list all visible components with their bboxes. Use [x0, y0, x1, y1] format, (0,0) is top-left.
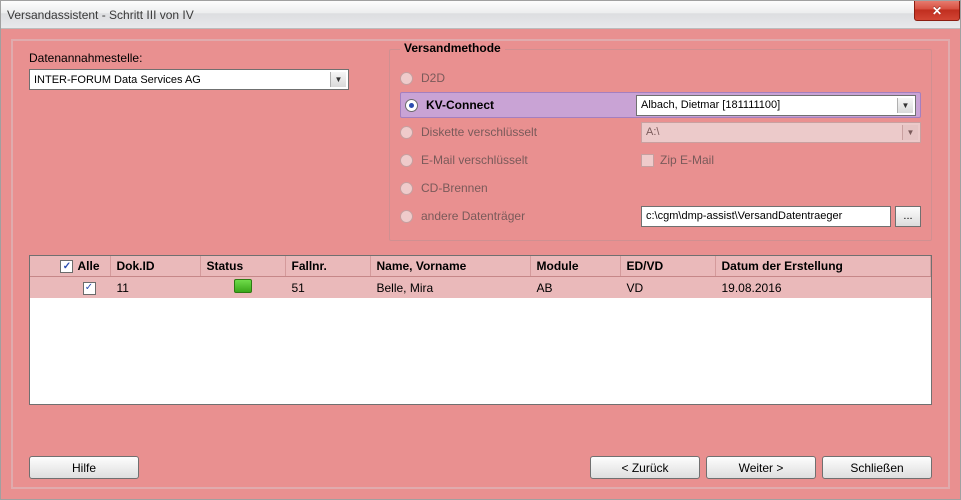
row-checkbox[interactable]: ✓: [83, 282, 96, 295]
andere-path-field[interactable]: c:\cgm\dmp-assist\VersandDatentraeger: [641, 206, 891, 227]
col-fallnr[interactable]: Fallnr.: [285, 256, 370, 277]
radio-andere-label: andere Datenträger: [421, 209, 525, 223]
weiter-button[interactable]: Weiter >: [706, 456, 816, 479]
kvconnect-recipient-combo[interactable]: Albach, Dietmar [181111100] ▼: [636, 95, 916, 116]
radio-diskette-label: Diskette verschlüsselt: [421, 125, 537, 139]
cell-checkbox[interactable]: ✓: [30, 277, 110, 299]
cell-dokid: 11: [110, 277, 200, 299]
col-edvd[interactable]: ED/VD: [620, 256, 715, 277]
radio-andere-row: andere Datenträger c:\cgm\dmp-assist\Ver…: [400, 202, 921, 230]
button-row: Hilfe < Zurück Weiter > Schließen: [29, 456, 932, 479]
cell-status: [200, 277, 285, 299]
zip-email-checkbox: [641, 154, 654, 167]
radio-kvconnect[interactable]: [405, 99, 418, 112]
content-frame: Datenannahmestelle: INTER-FORUM Data Ser…: [11, 39, 950, 489]
hilfe-button[interactable]: Hilfe: [29, 456, 139, 479]
cell-name: Belle, Mira: [370, 277, 530, 299]
kvconnect-recipient-value: Albach, Dietmar [181111100]: [641, 99, 780, 111]
radio-kvconnect-label: KV-Connect: [426, 98, 494, 112]
radio-cd: [400, 182, 413, 195]
col-name[interactable]: Name, Vorname: [370, 256, 530, 277]
col-datum[interactable]: Datum der Erstellung: [715, 256, 931, 277]
table-header-row: ✓Alle Dok.ID Status Fallnr. Name, Vornam…: [30, 256, 931, 277]
col-status[interactable]: Status: [200, 256, 285, 277]
radio-cd-row: CD-Brennen: [400, 174, 921, 202]
cell-edvd: VD: [620, 277, 715, 299]
col-module[interactable]: Module: [530, 256, 620, 277]
radio-email: [400, 154, 413, 167]
radio-d2d-label: D2D: [421, 71, 445, 85]
radio-d2d: [400, 72, 413, 85]
zip-email-label: Zip E-Mail: [660, 153, 714, 167]
window-close-button[interactable]: ✕: [914, 1, 960, 21]
content-bg: Datenannahmestelle: INTER-FORUM Data Ser…: [1, 29, 960, 499]
cell-module: AB: [530, 277, 620, 299]
col-alle[interactable]: ✓Alle: [30, 256, 110, 277]
header-checkbox[interactable]: ✓: [60, 260, 73, 273]
datenannahme-value: INTER-FORUM Data Services AG: [34, 74, 201, 86]
col-dokid[interactable]: Dok.ID: [110, 256, 200, 277]
table: ✓Alle Dok.ID Status Fallnr. Name, Vornam…: [30, 256, 931, 298]
table-row[interactable]: ✓ 11 51 Belle, Mira AB VD 19.08.2016: [30, 277, 931, 299]
versandmethode-group: Versandmethode D2D KV-Connect Albach, Di…: [389, 49, 932, 241]
andere-path-value: c:\cgm\dmp-assist\VersandDatentraeger: [646, 210, 842, 222]
radio-cd-label: CD-Brennen: [421, 181, 488, 195]
titlebar: Versandassistent - Schritt III von IV ✕: [1, 1, 960, 29]
radio-andere: [400, 210, 413, 223]
radio-d2d-row: D2D: [400, 64, 921, 92]
datenannahme-combo[interactable]: INTER-FORUM Data Services AG ▼: [29, 69, 349, 90]
zurueck-button[interactable]: < Zurück: [590, 456, 700, 479]
status-ok-icon: [234, 279, 252, 293]
radio-diskette-row: Diskette verschlüsselt A:\ ▼: [400, 118, 921, 146]
browse-label: ...: [903, 210, 912, 222]
window-frame: Versandassistent - Schritt III von IV ✕ …: [0, 0, 961, 500]
document-table: ✓Alle Dok.ID Status Fallnr. Name, Vornam…: [29, 255, 932, 405]
diskette-drive-combo: A:\ ▼: [641, 122, 921, 143]
radio-email-row: E-Mail verschlüsselt Zip E-Mail: [400, 146, 921, 174]
cell-datum: 19.08.2016: [715, 277, 931, 299]
cell-fallnr: 51: [285, 277, 370, 299]
datenannahme-block: Datenannahmestelle: INTER-FORUM Data Ser…: [29, 49, 369, 90]
schliessen-button[interactable]: Schließen: [822, 456, 932, 479]
window-title: Versandassistent - Schritt III von IV: [7, 8, 194, 22]
radio-email-label: E-Mail verschlüsselt: [421, 153, 528, 167]
radio-diskette: [400, 126, 413, 139]
chevron-down-icon: ▼: [902, 125, 918, 140]
radio-kvconnect-row[interactable]: KV-Connect Albach, Dietmar [181111100] ▼: [400, 92, 921, 118]
chevron-down-icon: ▼: [330, 72, 346, 87]
chevron-down-icon: ▼: [897, 98, 913, 113]
versandmethode-legend: Versandmethode: [400, 41, 505, 55]
browse-button[interactable]: ...: [895, 206, 921, 227]
close-icon: ✕: [932, 4, 942, 18]
diskette-drive-value: A:\: [646, 126, 659, 138]
top-row: Datenannahmestelle: INTER-FORUM Data Ser…: [29, 49, 932, 241]
datenannahme-label: Datenannahmestelle:: [29, 51, 369, 65]
